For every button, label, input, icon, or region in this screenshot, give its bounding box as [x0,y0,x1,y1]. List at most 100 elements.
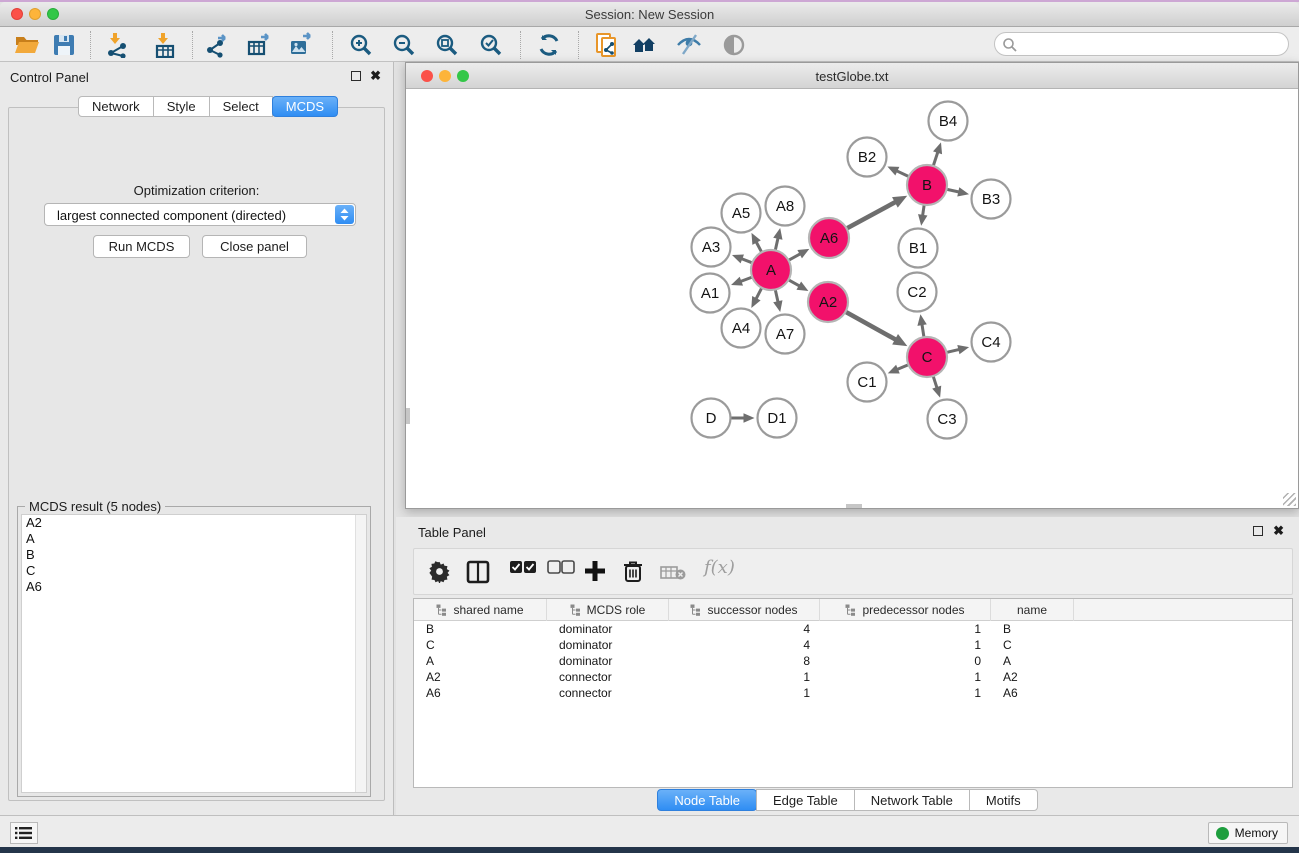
refresh-layout-icon[interactable] [536,32,562,58]
graph-edge-C-C2[interactable] [922,323,924,337]
tab-edge-table[interactable]: Edge Table [756,789,855,811]
network-vertical-scrollbar[interactable] [406,408,410,424]
table-cell[interactable]: A2 [414,669,547,685]
deselect-all-columns-icon[interactable] [547,560,575,574]
table-row[interactable]: A2connector11A2 [414,669,1292,685]
float-panel-icon[interactable] [1253,526,1263,536]
table-cell[interactable]: 1 [820,621,991,637]
table-cell[interactable]: 1 [820,637,991,653]
tab-style[interactable]: Style [153,96,210,117]
import-table-icon[interactable] [152,32,178,58]
close-panel-button[interactable]: Close panel [202,235,307,258]
table-cell[interactable]: 1 [820,669,991,685]
mcds-result-item[interactable]: B [22,547,366,563]
graph-edge-A-A7[interactable] [775,290,778,303]
window-resize-grip[interactable] [1283,493,1296,506]
table-cell[interactable]: B [991,621,1074,637]
network-window-titlebar[interactable]: testGlobe.txt [406,63,1298,89]
graph-edge-B-B2[interactable] [896,170,909,176]
criterion-select[interactable]: largest connected component (directed) [44,203,356,226]
save-icon[interactable] [51,32,77,58]
table-row[interactable]: Adominator80A [414,653,1292,669]
graph-edge-A-A2[interactable] [789,280,801,287]
column-header-shared-name[interactable]: shared name [414,599,547,621]
mcds-result-item[interactable]: A2 [22,515,366,531]
table-cell[interactable]: B [414,621,547,637]
close-panel-icon[interactable]: ✖ [1273,523,1284,539]
hide-details-icon[interactable] [676,32,702,58]
zoom-in-icon[interactable] [348,32,374,58]
import-network-icon[interactable] [104,32,130,58]
gear-icon[interactable] [428,560,451,583]
run-mcds-button[interactable]: Run MCDS [93,235,190,258]
table-cell[interactable]: 4 [669,637,820,653]
table-cell[interactable]: 1 [669,669,820,685]
column-mode-icon[interactable] [466,560,490,584]
search-input[interactable] [1021,35,1281,53]
tab-node-table[interactable]: Node Table [657,789,757,811]
table-cell[interactable]: C [991,637,1074,653]
table-cell[interactable]: connector [547,669,669,685]
table-cell[interactable]: A6 [991,685,1074,701]
node-table[interactable]: shared nameMCDS rolesuccessor nodesprede… [413,598,1293,788]
column-header-MCDS-role[interactable]: MCDS role [547,599,669,621]
column-header-name[interactable]: name [991,599,1074,621]
table-cell[interactable]: connector [547,685,669,701]
network-horizontal-scrollbar[interactable] [846,504,862,508]
tab-network-table[interactable]: Network Table [854,789,970,811]
column-header-successor-nodes[interactable]: successor nodes [669,599,820,621]
tab-select[interactable]: Select [209,96,273,117]
delete-column-icon[interactable] [622,560,644,583]
table-row[interactable]: Cdominator41C [414,637,1292,653]
memory-button[interactable]: Memory [1208,822,1288,844]
table-cell[interactable]: C [414,637,547,653]
table-cell[interactable]: dominator [547,637,669,653]
tab-motifs[interactable]: Motifs [969,789,1038,811]
graph-edge-B-B3[interactable] [947,189,960,192]
graph-edge-A6-B[interactable] [847,201,897,228]
delete-table-icon[interactable] [660,566,686,580]
add-column-icon[interactable] [584,560,606,582]
zoom-selected-icon[interactable] [478,32,504,58]
zoom-fit-icon[interactable] [434,32,460,58]
task-history-button[interactable] [10,822,38,844]
float-panel-icon[interactable] [351,71,361,81]
graph-edge-C-C4[interactable] [947,349,960,352]
duplicate-network-icon[interactable] [594,32,620,58]
table-row[interactable]: Bdominator41B [414,621,1292,637]
graph-edge-A2-C[interactable] [846,312,897,340]
graph-edge-A-A6[interactable] [789,253,801,260]
open-file-icon[interactable] [14,32,40,58]
first-neighbors-icon[interactable] [631,32,657,58]
mcds-result-item[interactable]: C [22,563,366,579]
mcds-result-item[interactable]: A6 [22,579,366,595]
export-image-icon[interactable] [288,32,314,58]
network-graph[interactable]: B4B2BB3A8A5A6A3B1AA1C2A2A4A7C4CC1DD1C3 [406,89,1298,508]
table-cell[interactable]: A2 [991,669,1074,685]
table-cell[interactable]: 8 [669,653,820,669]
export-table-icon[interactable] [246,32,272,58]
export-network-icon[interactable] [204,32,230,58]
tab-network[interactable]: Network [78,96,154,117]
mcds-result-item[interactable]: A [22,531,366,547]
table-cell[interactable]: 4 [669,621,820,637]
graph-edge-B-B4[interactable] [933,151,938,166]
table-cell[interactable]: A6 [414,685,547,701]
mcds-result-list[interactable]: A2ABCA6 [21,514,367,793]
table-row[interactable]: A6connector11A6 [414,685,1292,701]
show-details-icon[interactable] [721,32,747,58]
table-cell[interactable]: dominator [547,653,669,669]
table-cell[interactable]: A [991,653,1074,669]
table-cell[interactable]: 0 [820,653,991,669]
table-cell[interactable]: dominator [547,621,669,637]
select-all-columns-icon[interactable] [509,560,537,574]
zoom-out-icon[interactable] [391,32,417,58]
tab-mcds[interactable]: MCDS [272,96,338,117]
function-builder-icon[interactable]: f(x) [704,557,735,578]
scrollbar-track[interactable] [355,515,366,792]
close-panel-icon[interactable]: ✖ [370,68,381,84]
column-header-predecessor-nodes[interactable]: predecessor nodes [820,599,991,621]
table-cell[interactable]: A [414,653,547,669]
graph-edge-A-A8[interactable] [775,237,778,250]
table-cell[interactable]: 1 [669,685,820,701]
